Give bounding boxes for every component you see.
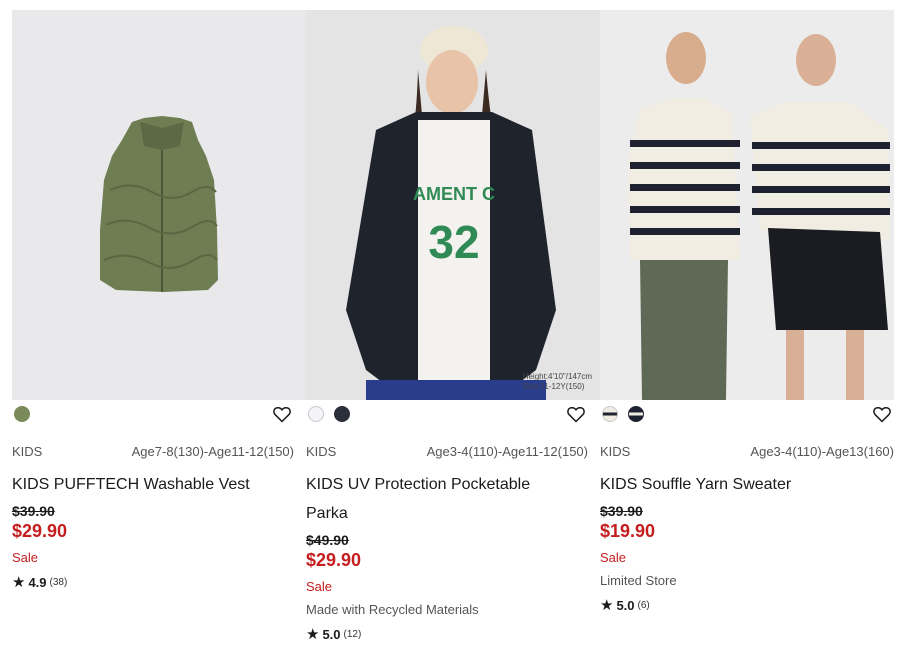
star-icon: ★ bbox=[306, 626, 320, 643]
color-swatch-off-white-stripe[interactable] bbox=[602, 406, 618, 422]
category-label: KIDS bbox=[12, 444, 43, 459]
size-range: Age3-4(110)-Age11-12(150) bbox=[426, 444, 588, 459]
svg-text:32: 32 bbox=[428, 216, 479, 268]
color-swatch-navy-stripe[interactable] bbox=[628, 406, 644, 422]
sale-price: $19.90 bbox=[600, 521, 656, 541]
product-name[interactable]: KIDS UV Protection Pocketable Parka bbox=[306, 470, 588, 528]
original-price: $49.90 bbox=[306, 532, 349, 548]
product-name[interactable]: KIDS Souffle Yarn Sweater bbox=[600, 470, 894, 499]
review-count: (12) bbox=[343, 628, 362, 640]
star-icon: ★ bbox=[12, 574, 26, 591]
product-image[interactable]: AMENT C 32 Height:4'10"/147cm Size:11-12… bbox=[306, 10, 600, 400]
parka-model-illustration: AMENT C 32 bbox=[306, 10, 600, 400]
rating: ★ 5.0 (6) bbox=[600, 596, 894, 614]
product-note: Limited Store bbox=[600, 573, 677, 588]
rating-value: 5.0 bbox=[616, 597, 635, 613]
review-count: (38) bbox=[49, 576, 68, 588]
product-card-souffle-sweater[interactable]: KIDS Age3-4(110)-Age13(160) KIDS Souffle… bbox=[600, 10, 894, 614]
sale-badge: Sale bbox=[600, 550, 627, 565]
model-size-caption: Height:4'10"/147cm Size:11-12Y(150) bbox=[522, 372, 592, 391]
sale-price: $29.90 bbox=[12, 521, 68, 541]
color-swatches bbox=[12, 400, 294, 444]
star-icon: ★ bbox=[600, 597, 614, 614]
sale-badge: Sale bbox=[306, 579, 333, 594]
product-name[interactable]: KIDS PUFFTECH Washable Vest bbox=[12, 470, 294, 499]
category-label: KIDS bbox=[306, 444, 337, 459]
size-range: Age3-4(110)-Age13(160) bbox=[750, 444, 894, 459]
original-price: $39.90 bbox=[600, 503, 643, 519]
color-swatches bbox=[600, 400, 894, 444]
vest-illustration bbox=[100, 116, 218, 292]
color-swatch-white[interactable] bbox=[308, 406, 324, 422]
original-price: $39.90 bbox=[12, 503, 55, 519]
rating-value: 4.9 bbox=[28, 574, 47, 590]
heart-icon[interactable] bbox=[272, 404, 292, 424]
rating: ★ 5.0 (12) bbox=[306, 625, 588, 643]
category-label: KIDS bbox=[600, 444, 631, 459]
review-count: (6) bbox=[637, 599, 650, 611]
svg-text:AMENT C: AMENT C bbox=[413, 184, 495, 204]
size-range: Age7-8(130)-Age11-12(150) bbox=[131, 444, 294, 459]
heart-icon[interactable] bbox=[566, 404, 586, 424]
sweater-models-illustration bbox=[600, 10, 894, 400]
product-card-uv-parka[interactable]: AMENT C 32 Height:4'10"/147cm Size:11-12… bbox=[306, 10, 600, 643]
sale-badge: Sale bbox=[12, 550, 39, 565]
color-swatch-navy[interactable] bbox=[334, 406, 350, 422]
product-note: Made with Recycled Materials bbox=[306, 602, 479, 617]
product-image[interactable] bbox=[12, 10, 306, 400]
color-swatches bbox=[306, 400, 588, 444]
product-image[interactable] bbox=[600, 10, 894, 400]
sale-price: $29.90 bbox=[306, 550, 362, 570]
rating: ★ 4.9 (38) bbox=[12, 573, 294, 591]
rating-value: 5.0 bbox=[322, 626, 341, 642]
color-swatch-olive[interactable] bbox=[14, 406, 30, 422]
heart-icon[interactable] bbox=[872, 404, 892, 424]
product-card-pufftech-vest[interactable]: KIDS Age7-8(130)-Age11-12(150) KIDS PUFF… bbox=[12, 10, 306, 591]
